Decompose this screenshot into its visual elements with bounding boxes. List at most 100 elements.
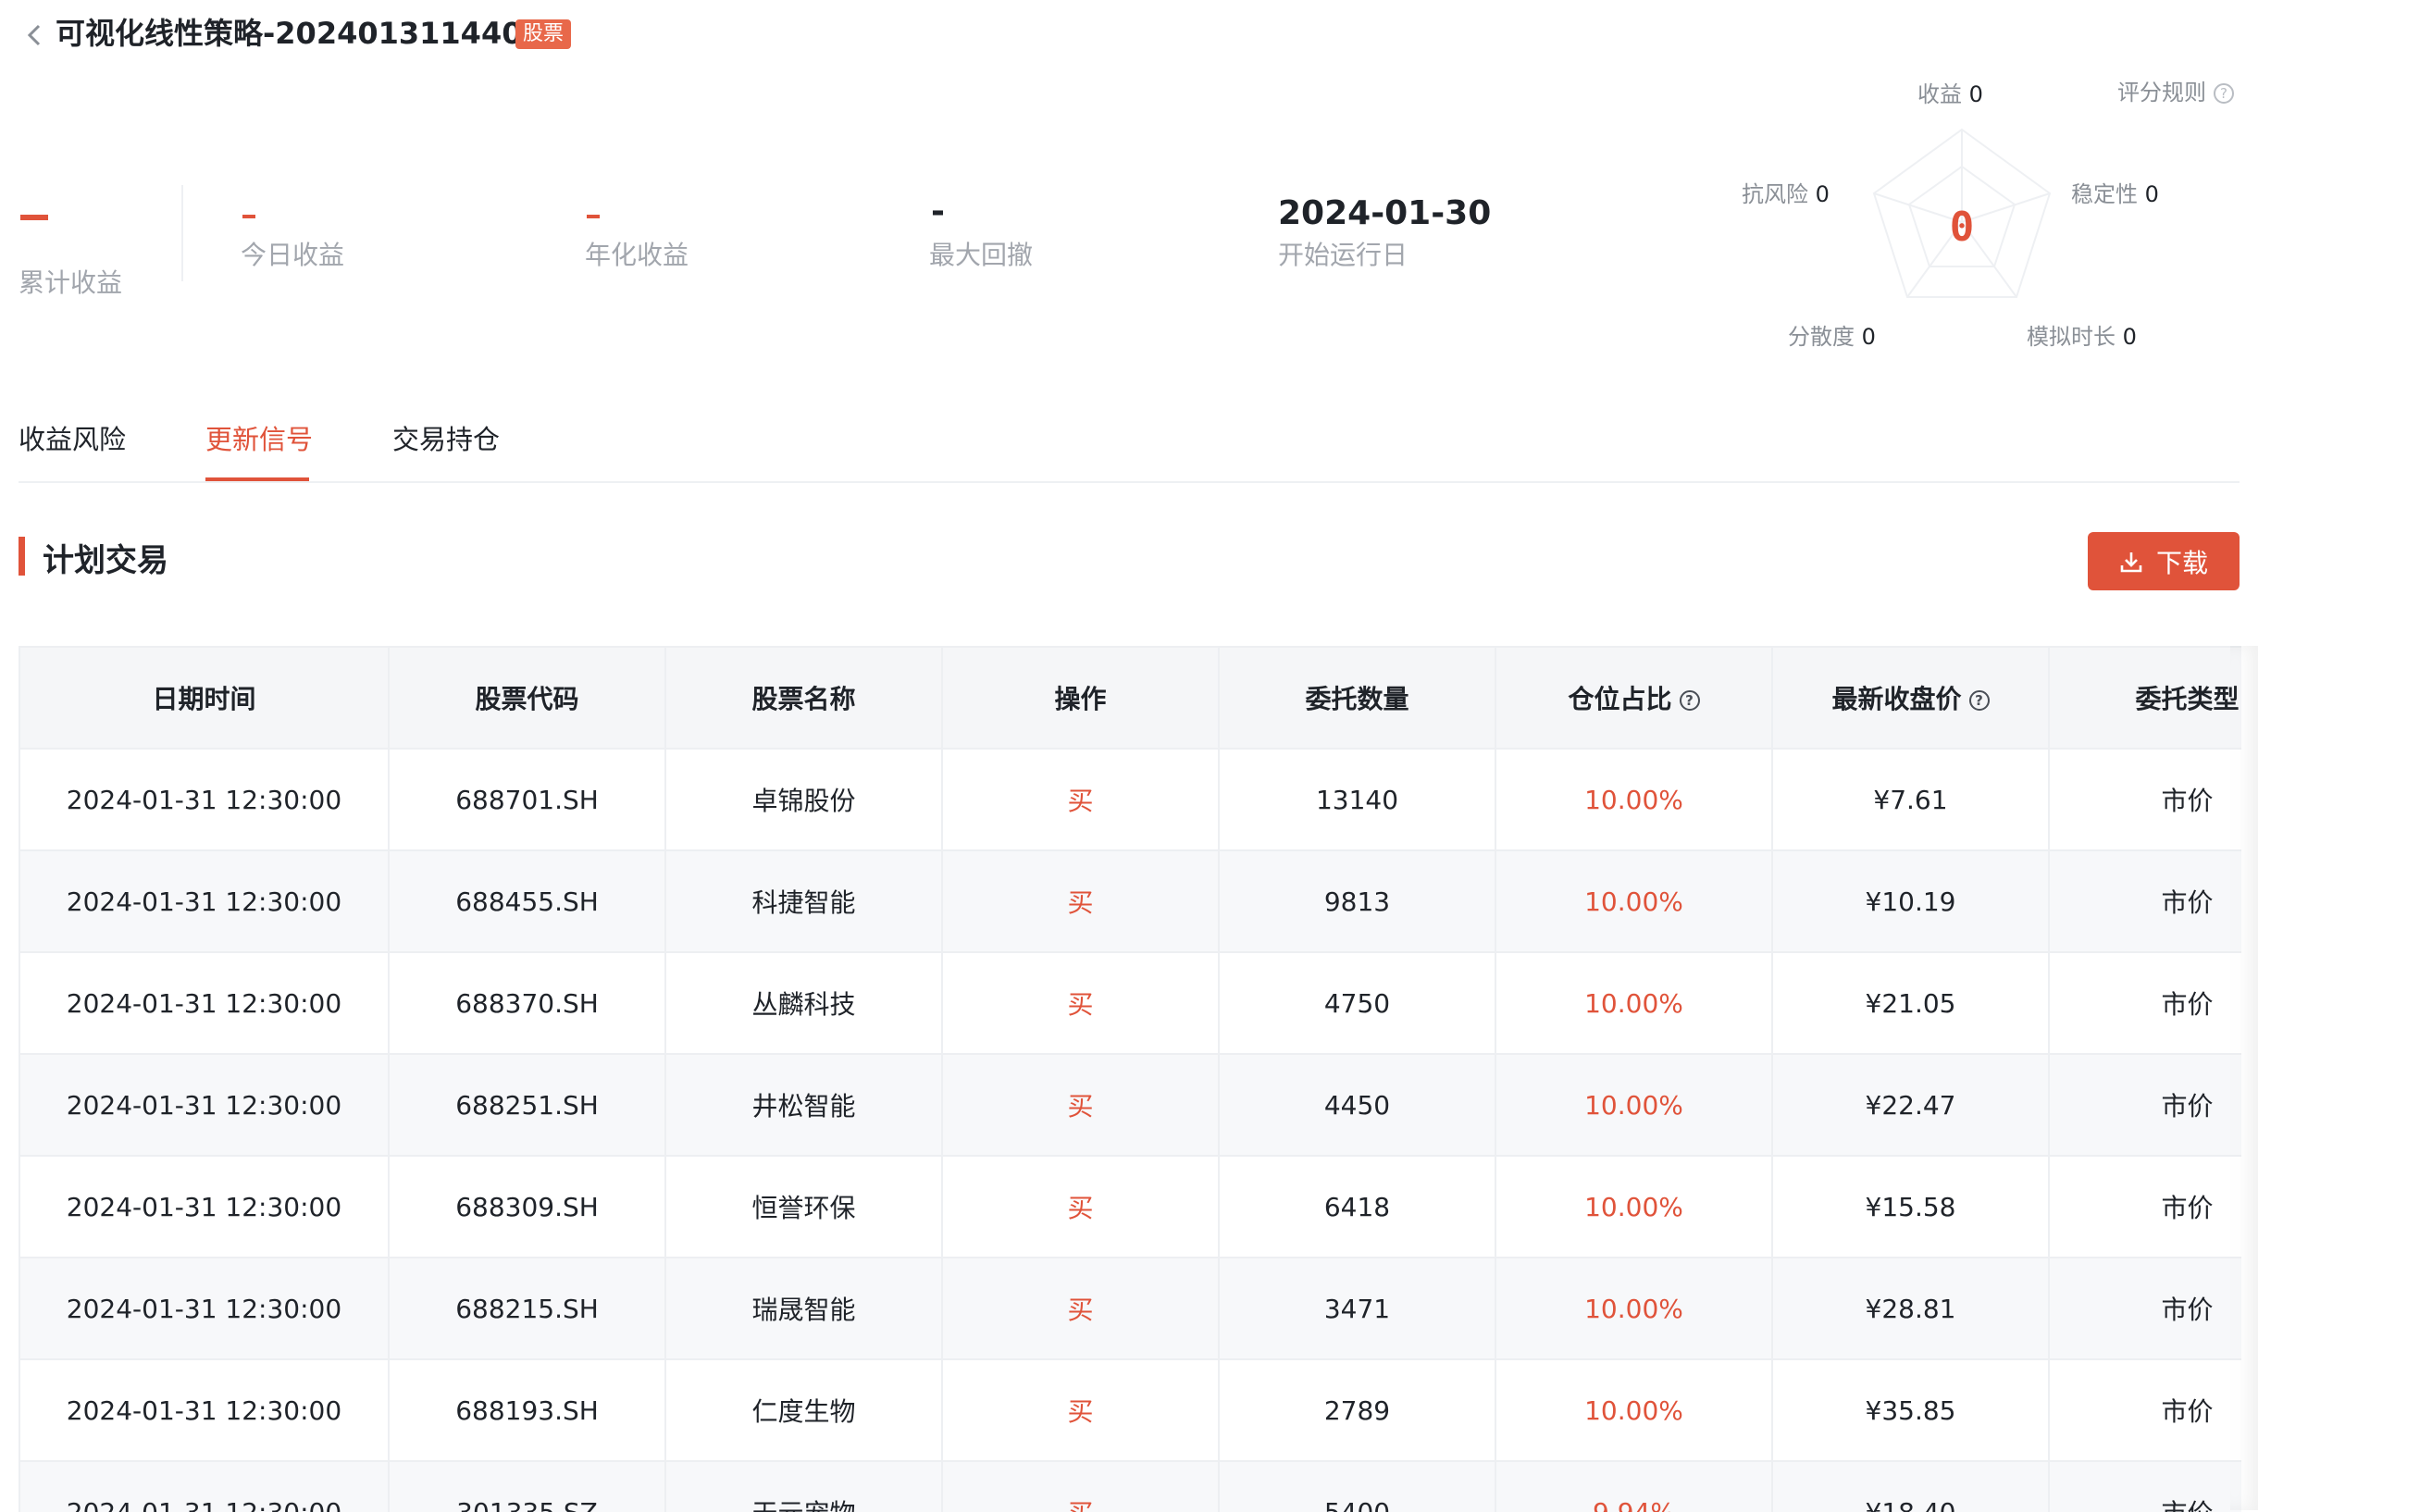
cell-stock-name: 恒誉环保: [665, 1156, 943, 1258]
table-scroll-shadow: [2230, 646, 2258, 1510]
help-icon[interactable]: ?: [1679, 690, 1700, 711]
active-tab-indicator: [205, 477, 309, 481]
col-header-datetime[interactable]: 日期时间: [20, 648, 390, 750]
annual-return-value: [587, 215, 600, 218]
radar-axis-return: 收益 0: [1917, 81, 1983, 107]
cell-operation: 买: [942, 1359, 1220, 1462]
radar-axis-risk-resistance: 抗风险 0: [1742, 181, 1830, 207]
cell-stock-name: 瑞晟智能: [665, 1258, 943, 1360]
cell-order-type: 市价: [2049, 952, 2241, 1055]
cell-stock-name: 仁度生物: [665, 1359, 943, 1462]
radar-score: 0: [1949, 204, 1975, 251]
cell-quantity: 13140: [1219, 749, 1496, 851]
cell-position-ratio: 10.00%: [1495, 1054, 1773, 1157]
page-title: 可视化线性策略-20240131144020: [56, 16, 565, 51]
radar-axis-duration: 模拟时长 0: [2027, 324, 2137, 350]
cell-datetime: 2024-01-31 12:30:00: [20, 850, 390, 953]
cell-latest-close: ¥22.47: [1772, 1054, 2050, 1157]
table-header-row: 日期时间 股票代码 股票名称 操作 委托数量 仓位占比? 最新收盘价? 委托类型: [20, 648, 2241, 750]
cell-latest-close: ¥10.19: [1772, 850, 2050, 953]
today-return-value: [242, 215, 255, 218]
cell-operation: 买: [942, 952, 1220, 1055]
help-icon[interactable]: ?: [1968, 690, 1990, 711]
cell-quantity: 2789: [1219, 1359, 1496, 1462]
table-row[interactable]: 2024-01-31 12:30:00301335.SZ天元宠物买54009.9…: [20, 1461, 2241, 1512]
start-date-value: 2024-01-30: [1278, 194, 1492, 232]
col-header-position-ratio[interactable]: 仓位占比?: [1495, 648, 1773, 750]
max-drawdown-value: -: [931, 192, 945, 230]
cell-datetime: 2024-01-31 12:30:00: [20, 952, 390, 1055]
scoring-rules-link[interactable]: 评分规则?: [2117, 74, 2234, 106]
table-row[interactable]: 2024-01-31 12:30:00 688193.SH 仁度生物买 2789 10.…: [20, 1359, 2241, 1462]
trade-table: 日期时间 股票代码 股票名称 操作 委托数量 仓位占比? 最新收盘价? 委托类型…: [20, 648, 2241, 1512]
cell-order-type: 市价: [2049, 1461, 2241, 1512]
cell-stock-code: 688215.SH: [389, 1258, 666, 1360]
tab-update-signal[interactable]: 更新信号: [205, 418, 313, 457]
cell-latest-close: ¥28.81: [1772, 1258, 2050, 1360]
section-accent-bar: [19, 537, 25, 576]
cell-operation: 买: [942, 1156, 1220, 1258]
cell-position-ratio: 10.00%: [1495, 749, 1773, 851]
chevron-left-icon: [27, 24, 41, 46]
section-title: 计划交易: [43, 542, 168, 579]
cell-stock-code: 688193.SH: [389, 1359, 666, 1462]
tab-return-risk[interactable]: 收益风险: [19, 418, 126, 457]
cell-datetime: 2024-01-31 12:30:00: [20, 1258, 390, 1360]
cell-order-type: 市价: [2049, 1156, 2241, 1258]
help-icon: ?: [2214, 83, 2234, 104]
cell-latest-close: ¥18.40: [1772, 1461, 2050, 1512]
cell-datetime: 2024-01-31 12:30:00: [20, 749, 390, 851]
cell-stock-name: 卓锦股份: [665, 749, 943, 851]
col-header-latest-close[interactable]: 最新收盘价?: [1772, 648, 2050, 750]
cell-order-type: 市价: [2049, 1054, 2241, 1157]
cell-stock-name: 丛麟科技: [665, 952, 943, 1055]
col-header-stock-code[interactable]: 股票代码: [389, 648, 666, 750]
annual-return-label: 年化收益: [585, 240, 689, 270]
cell-stock-code: 688370.SH: [389, 952, 666, 1055]
cell-latest-close: ¥21.05: [1772, 952, 2050, 1055]
cell-position-ratio: 10.00%: [1495, 1258, 1773, 1360]
cell-datetime: 2024-01-31 12:30:00: [20, 1054, 390, 1157]
cumulative-return-value: [20, 215, 48, 220]
cell-operation: 买: [942, 1054, 1220, 1157]
cell-stock-code: 301335.SZ: [389, 1461, 666, 1512]
start-date-label: 开始运行日: [1278, 240, 1408, 270]
cell-stock-name: 井松智能: [665, 1054, 943, 1157]
download-button[interactable]: 下载: [2088, 532, 2240, 590]
radar-axis-stability: 稳定性 0: [2071, 181, 2159, 207]
cell-operation: 买: [942, 1258, 1220, 1360]
cell-stock-code: 688701.SH: [389, 749, 666, 851]
table-row[interactable]: 2024-01-31 12:30:00 688215.SH 瑞晟智能买 3471 10.…: [20, 1258, 2241, 1360]
scoring-rules-label: 评分规则: [2117, 80, 2206, 105]
cell-position-ratio: 10.00%: [1495, 1156, 1773, 1258]
col-header-stock-name[interactable]: 股票名称: [665, 648, 943, 750]
cell-position-ratio: 10.00%: [1495, 952, 1773, 1055]
table-row[interactable]: 2024-01-31 12:30:00 688370.SH 丛麟科技买 4750 10.…: [20, 952, 2241, 1055]
table-row[interactable]: 2024-01-31 12:30:00 688309.SH 恒誉环保买 6418 10.…: [20, 1156, 2241, 1258]
asset-type-badge: 股票: [515, 19, 572, 49]
back-button[interactable]: [13, 13, 57, 57]
cell-stock-name: 天元宠物: [665, 1461, 943, 1512]
cell-order-type: 市价: [2049, 1258, 2241, 1360]
trade-table-container[interactable]: 日期时间 股票代码 股票名称 操作 委托数量 仓位占比? 最新收盘价? 委托类型…: [19, 646, 2241, 1512]
cell-quantity: 3471: [1219, 1258, 1496, 1360]
table-row[interactable]: 2024-01-31 12:30:00 688701.SH 卓锦股份买 13140 10…: [20, 749, 2241, 851]
cell-quantity: 5400: [1219, 1461, 1496, 1512]
col-header-quantity[interactable]: 委托数量: [1219, 648, 1496, 750]
cell-latest-close: ¥15.58: [1772, 1156, 2050, 1258]
cell-order-type: 市价: [2049, 1359, 2241, 1462]
col-header-operation[interactable]: 操作: [942, 648, 1220, 750]
cell-position-ratio: 10.00%: [1495, 850, 1773, 953]
tab-trade-positions[interactable]: 交易持仓: [392, 418, 500, 457]
col-header-order-type[interactable]: 委托类型: [2049, 648, 2241, 750]
cell-operation: 买: [942, 850, 1220, 953]
position-ratio-label: 仓位占比: [1568, 684, 1672, 714]
table-row[interactable]: 2024-01-31 12:30:00 688455.SH 科捷智能买 9813 10.…: [20, 850, 2241, 953]
tabs-divider: [19, 481, 2240, 483]
cell-operation: 买: [942, 1461, 1220, 1512]
cell-operation: 买: [942, 749, 1220, 851]
cell-latest-close: ¥7.61: [1772, 749, 2050, 851]
cell-datetime: 2024-01-31 12:30:00: [20, 1359, 390, 1462]
radar-axis-diversification: 分散度 0: [1788, 324, 1876, 350]
table-row[interactable]: 2024-01-31 12:30:00 688251.SH 井松智能买 4450 10.…: [20, 1054, 2241, 1157]
